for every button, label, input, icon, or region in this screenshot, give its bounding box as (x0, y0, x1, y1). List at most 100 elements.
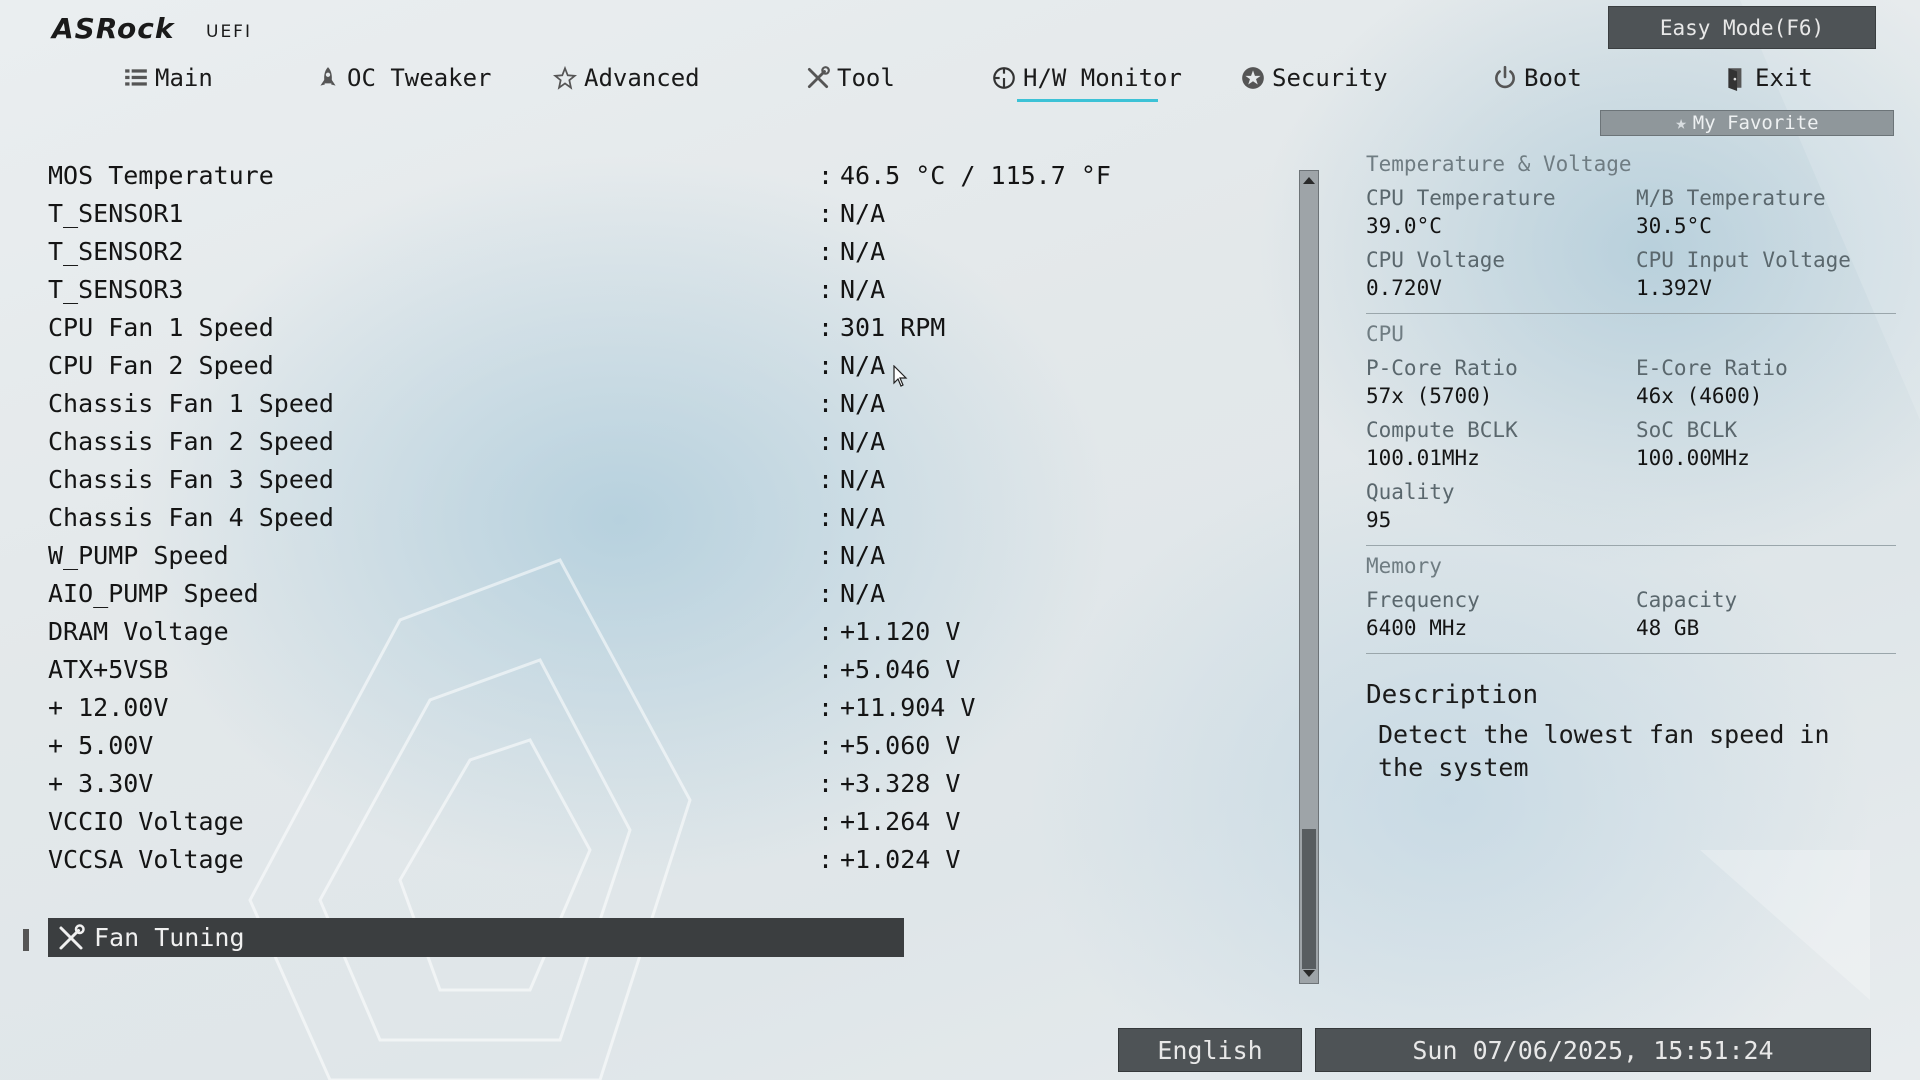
monitor-row-separator: : (818, 312, 834, 342)
divider (1366, 313, 1896, 314)
monitor-row-separator: : (818, 502, 834, 532)
monitor-row[interactable]: T_SENSOR3: N/A (48, 271, 1148, 307)
tab-main-label: Main (155, 64, 213, 92)
tab-exit-label: Exit (1755, 64, 1813, 92)
monitor-row-label: Chassis Fan 3 Speed (48, 464, 334, 494)
monitor-row[interactable]: CPU Fan 1 Speed:301 RPM (48, 309, 1148, 345)
scrollbar-thumb[interactable] (1302, 829, 1316, 969)
monitor-row-separator: : (818, 844, 834, 874)
monitor-row-label: + 5.00V (48, 730, 154, 760)
monitor-row[interactable]: W_PUMP Speed: N/A (48, 537, 1148, 573)
monitor-row-separator: : (818, 768, 834, 798)
language-button[interactable]: English (1118, 1028, 1302, 1072)
exit-door-icon (1728, 68, 1742, 91)
monitor-row[interactable]: VCCIO Voltage: +1.264 V (48, 803, 1148, 839)
scroll-down-arrow-icon[interactable] (1303, 970, 1315, 977)
monitor-row[interactable]: Chassis Fan 3 Speed: N/A (48, 461, 1148, 497)
monitor-row[interactable]: ATX+5VSB: +5.046 V (48, 651, 1148, 687)
monitor-row-label: Chassis Fan 2 Speed (48, 426, 334, 456)
monitor-row[interactable]: Chassis Fan 4 Speed: N/A (48, 499, 1148, 535)
monitor-row[interactable]: Chassis Fan 2 Speed: N/A (48, 423, 1148, 459)
description-text: Detect the lowest fan speed in the syste… (1378, 720, 1830, 782)
rocket-icon (320, 67, 336, 86)
monitor-row-value: N/A (840, 540, 886, 570)
tab-hw-monitor-label: H/W Monitor (1023, 64, 1182, 92)
mb-temperature-value: 30.5°C (1636, 214, 1712, 238)
my-favorite-button[interactable]: ★ My Favorite (1600, 110, 1894, 136)
monitor-row[interactable]: Chassis Fan 1 Speed: N/A (48, 385, 1148, 421)
monitor-row-label: CPU Fan 2 Speed (48, 350, 274, 380)
capacity-value: 48 GB (1636, 616, 1700, 640)
tab-tool[interactable]: Tool (805, 58, 895, 98)
monitor-row-label: VCCSA Voltage (48, 844, 244, 874)
tab-security[interactable]: Security (1240, 58, 1388, 98)
cpu-voltage-value: 0.720V (1366, 276, 1442, 300)
tab-oc-tweaker[interactable]: OC Tweaker (315, 58, 492, 98)
pcore-ratio-label: P-Core Ratio (1366, 356, 1518, 380)
monitor-row-separator: : (818, 806, 834, 836)
temp-voltage-heading: Temperature & Voltage (1366, 152, 1632, 176)
compute-bclk-label: Compute BCLK (1366, 418, 1518, 442)
monitor-row[interactable]: VCCSA Voltage: +1.024 V (48, 841, 1148, 877)
monitor-row-value: N/A (840, 388, 886, 418)
monitor-row-label: + 3.30V (48, 768, 154, 798)
monitor-row-label: T_SENSOR3 (48, 274, 184, 304)
uefi-label: UEFI (206, 22, 252, 42)
shield-icon (1242, 67, 1264, 89)
tab-main[interactable]: Main (123, 58, 213, 98)
monitor-row[interactable]: AIO_PUMP Speed: N/A (48, 575, 1148, 611)
tab-security-label: Security (1272, 64, 1388, 92)
asrock-logo: ASRock (52, 12, 175, 45)
mb-temperature-label: M/B Temperature (1636, 186, 1826, 210)
monitor-row[interactable]: + 3.30V: +3.328 V (48, 765, 1148, 801)
monitor-row-separator: : (818, 540, 834, 570)
monitor-row-value: +11.904 V (840, 692, 976, 722)
divider (1366, 545, 1896, 546)
monitor-row-label: AIO_PUMP Speed (48, 578, 259, 608)
monitor-row[interactable]: + 12.00V: +11.904 V (48, 689, 1148, 725)
tab-hw-monitor[interactable]: H/W Monitor (991, 58, 1182, 102)
quality-value: 95 (1366, 508, 1392, 532)
monitor-row-value: +1.024 V (840, 844, 961, 874)
monitor-row-separator: : (818, 730, 834, 760)
easy-mode-button[interactable]: Easy Mode(F6) (1608, 6, 1876, 49)
tools-icon (59, 923, 85, 949)
tab-advanced[interactable]: Advanced (552, 58, 700, 98)
monitor-row[interactable]: T_SENSOR1: N/A (48, 195, 1148, 231)
monitor-row-value: N/A (840, 426, 886, 456)
monitor-row[interactable]: MOS Temperature:46.5 °C / 115.7 °F (48, 157, 1148, 193)
tab-boot[interactable]: Boot (1492, 58, 1582, 98)
ecore-ratio-label: E-Core Ratio (1636, 356, 1788, 380)
soc-bclk-label: SoC BCLK (1636, 418, 1738, 442)
monitor-row-label: DRAM Voltage (48, 616, 229, 646)
cpu-voltage-label: CPU Voltage (1366, 248, 1506, 272)
monitor-row-value: +5.046 V (840, 654, 961, 684)
scroll-up-arrow-icon[interactable] (1303, 177, 1315, 184)
monitor-row[interactable]: T_SENSOR2: N/A (48, 233, 1148, 269)
monitor-row-separator: : (818, 578, 834, 608)
datetime-display[interactable]: Sun 07/06/2025, 15:51:24 (1315, 1028, 1871, 1072)
monitor-row[interactable]: DRAM Voltage: +1.120 V (48, 613, 1148, 649)
scrollbar[interactable] (1299, 170, 1319, 984)
soc-bclk-value: 100.00MHz (1636, 446, 1750, 470)
cpu-heading: CPU (1366, 322, 1404, 346)
monitor-row-label: Chassis Fan 4 Speed (48, 502, 334, 532)
frequency-label: Frequency (1366, 588, 1480, 612)
monitor-row-separator: : (818, 426, 834, 456)
fan-tuning-item[interactable]: Fan Tuning (48, 918, 904, 957)
frequency-value: 6400 MHz (1366, 616, 1468, 640)
monitor-row[interactable]: + 5.00V: +5.060 V (48, 727, 1148, 763)
monitor-row-label: T_SENSOR2 (48, 236, 184, 266)
cpu-temperature-label: CPU Temperature (1366, 186, 1556, 210)
tab-exit[interactable]: Exit (1723, 58, 1813, 98)
list-icon (125, 69, 147, 86)
monitor-row-value: N/A (840, 502, 886, 532)
monitor-row-separator: : (818, 654, 834, 684)
monitor-row-separator: : (818, 616, 834, 646)
monitor-row-label: W_PUMP Speed (48, 540, 229, 570)
mouse-cursor-icon (893, 365, 908, 387)
compute-bclk-value: 100.01MHz (1366, 446, 1480, 470)
monitor-row-value: N/A (840, 198, 886, 228)
monitor-row[interactable]: CPU Fan 2 Speed: N/A (48, 347, 1148, 383)
monitor-row-value: N/A (840, 350, 886, 380)
